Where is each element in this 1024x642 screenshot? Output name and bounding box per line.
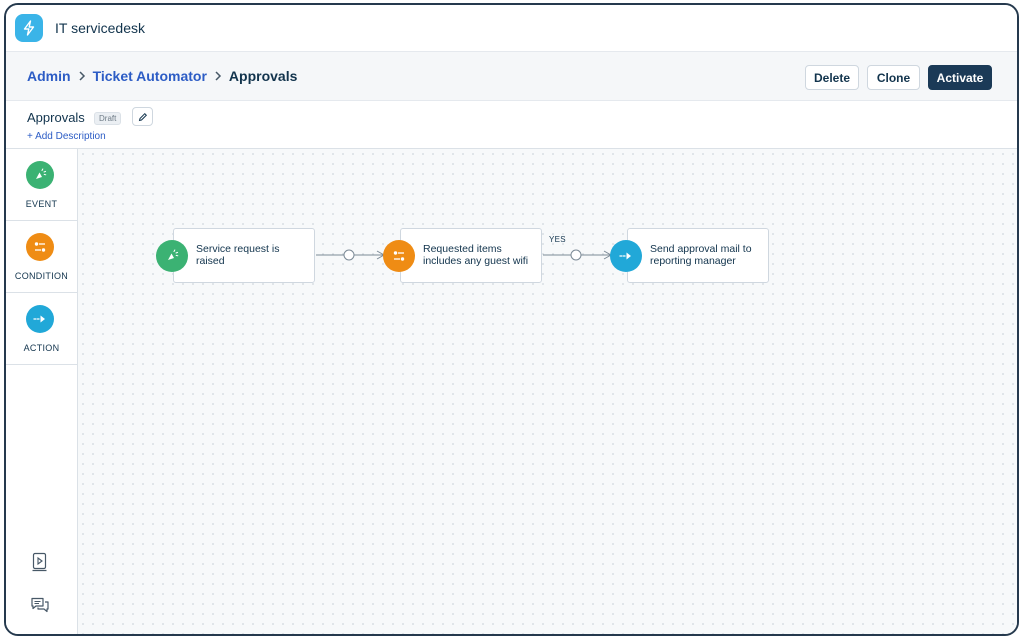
workflow-title-section: Approvals Draft + Add Description	[6, 101, 1017, 149]
condition-icon	[383, 240, 415, 272]
flow-connectors	[316, 249, 613, 261]
node-text: Send approval mail to reporting manager	[650, 243, 752, 267]
palette-item-action[interactable]: ACTION	[6, 293, 77, 365]
node-text: Service request is raised	[196, 243, 280, 267]
status-badge: Draft	[94, 112, 122, 125]
clone-button[interactable]: Clone	[867, 65, 920, 90]
palette-label-action: ACTION	[23, 343, 60, 353]
app-title: IT servicedesk	[55, 20, 145, 36]
node-text: Requested items includes any guest wifi	[423, 243, 529, 267]
app-header: IT servicedesk	[6, 5, 1017, 52]
branch-label-yes: YES	[549, 235, 566, 244]
chevron-right-icon	[78, 71, 86, 81]
delete-button[interactable]: Delete	[805, 65, 859, 90]
action-icon	[26, 305, 54, 333]
palette-label-condition: CONDITION	[14, 271, 69, 281]
breadcrumb: Admin Ticket Automator Approvals Delete …	[6, 52, 1017, 101]
edit-name-button[interactable]	[132, 107, 153, 126]
condition-icon	[26, 233, 54, 261]
activate-button[interactable]: Activate	[928, 65, 992, 90]
header-actions: Delete Clone Activate	[805, 65, 992, 90]
workflow-canvas[interactable]: Service request is raised Requested item…	[78, 149, 1017, 634]
flow-node-action[interactable]: Send approval mail to reporting manager	[610, 228, 769, 283]
add-description-link[interactable]: + Add Description	[27, 131, 106, 142]
lightning-bolt-icon[interactable]	[15, 14, 43, 42]
action-icon	[610, 240, 642, 272]
app-window: IT servicedesk Admin Ticket Automator Ap…	[4, 3, 1019, 636]
breadcrumb-admin[interactable]: Admin	[27, 68, 71, 84]
palette-item-event[interactable]: EVENT	[6, 149, 77, 221]
pencil-icon	[138, 112, 147, 121]
chat-icon[interactable]	[30, 595, 50, 615]
flow-node-condition[interactable]: Requested items includes any guest wifi	[383, 228, 542, 283]
chevron-right-icon	[214, 71, 222, 81]
video-guide-icon[interactable]	[30, 552, 50, 572]
breadcrumb-ticket-automator[interactable]: Ticket Automator	[93, 68, 207, 84]
breadcrumb-current: Approvals	[228, 68, 298, 84]
workflow-name: Approvals	[27, 110, 85, 125]
palette-label-event: EVENT	[25, 199, 58, 209]
event-icon	[156, 240, 188, 272]
flow-node-event[interactable]: Service request is raised	[156, 228, 315, 283]
palette-item-condition[interactable]: CONDITION	[6, 221, 77, 293]
node-palette: EVENT CONDITION ACTION	[6, 149, 78, 634]
event-icon	[26, 161, 54, 189]
